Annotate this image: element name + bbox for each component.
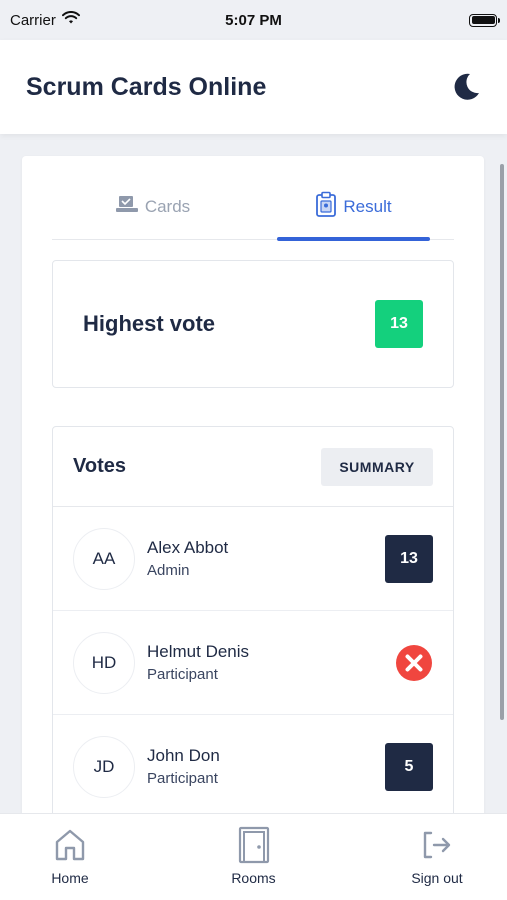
app-title: Scrum Cards Online (26, 72, 267, 101)
close-circle-icon (395, 644, 433, 682)
clipboard-icon (315, 191, 337, 222)
result-card: Cards Result Highest vote 13 Votes SUMMA… (22, 156, 484, 813)
vote-badge: 13 (385, 534, 433, 583)
sign-out-icon (421, 826, 453, 864)
summary-button[interactable]: SUMMARY (321, 447, 433, 486)
tab-cards[interactable]: Cards (52, 186, 253, 239)
highest-vote-badge: 13 (375, 300, 423, 348)
avatar: AA (73, 527, 135, 590)
nav-rooms[interactable]: Rooms (204, 814, 304, 900)
app-header: Scrum Cards Online (0, 40, 507, 134)
vote-row: HD Helmut Denis Participant (53, 611, 453, 715)
tab-result[interactable]: Result (253, 186, 454, 241)
wifi-icon (61, 11, 80, 29)
moon-icon[interactable] (449, 70, 483, 104)
door-icon (238, 826, 270, 864)
bottom-nav: Home Rooms Sign out (0, 813, 507, 900)
person-name: Alex Abbot (147, 538, 229, 557)
votes-title: Votes (73, 455, 126, 477)
home-icon (54, 826, 86, 864)
nav-home-label: Home (51, 870, 89, 886)
carrier-label: Carrier (10, 11, 56, 29)
votes-header: Votes SUMMARY (53, 427, 453, 507)
vote-row: AA Alex Abbot Admin 13 (53, 507, 453, 611)
tab-bar: Cards Result (52, 186, 454, 241)
tab-result-label: Result (343, 196, 392, 216)
highest-vote-panel: Highest vote 13 (52, 260, 454, 388)
cards-icon (115, 194, 139, 219)
nav-signout-label: Sign out (411, 870, 463, 886)
person-name: John Don (147, 746, 220, 765)
person-info: John Don Participant (147, 746, 385, 787)
scrollbar[interactable] (500, 164, 504, 720)
vote-badge: 5 (385, 742, 433, 791)
avatar: HD (73, 631, 135, 694)
tab-cards-label: Cards (144, 196, 191, 216)
nav-rooms-label: Rooms (231, 870, 276, 886)
vote-row: JD John Don Participant 5 (53, 715, 453, 813)
person-info: Helmut Denis Participant (147, 642, 395, 683)
main-content[interactable]: Cards Result Highest vote 13 Votes SUMMA… (0, 134, 507, 813)
person-role: Participant (147, 666, 218, 683)
person-role: Admin (147, 562, 190, 579)
status-bar: Carrier 5:07 PM (0, 0, 507, 40)
status-left: Carrier (10, 11, 80, 29)
nav-signout[interactable]: Sign out (387, 814, 487, 900)
person-info: Alex Abbot Admin (147, 538, 385, 579)
battery-icon (469, 13, 500, 27)
person-name: Helmut Denis (147, 642, 250, 661)
highest-vote-label: Highest vote (83, 311, 216, 336)
avatar: JD (73, 735, 135, 798)
nav-home[interactable]: Home (20, 814, 120, 900)
person-role: Participant (147, 770, 218, 787)
votes-panel: Votes SUMMARY AA Alex Abbot Admin 13 HD … (52, 426, 454, 813)
